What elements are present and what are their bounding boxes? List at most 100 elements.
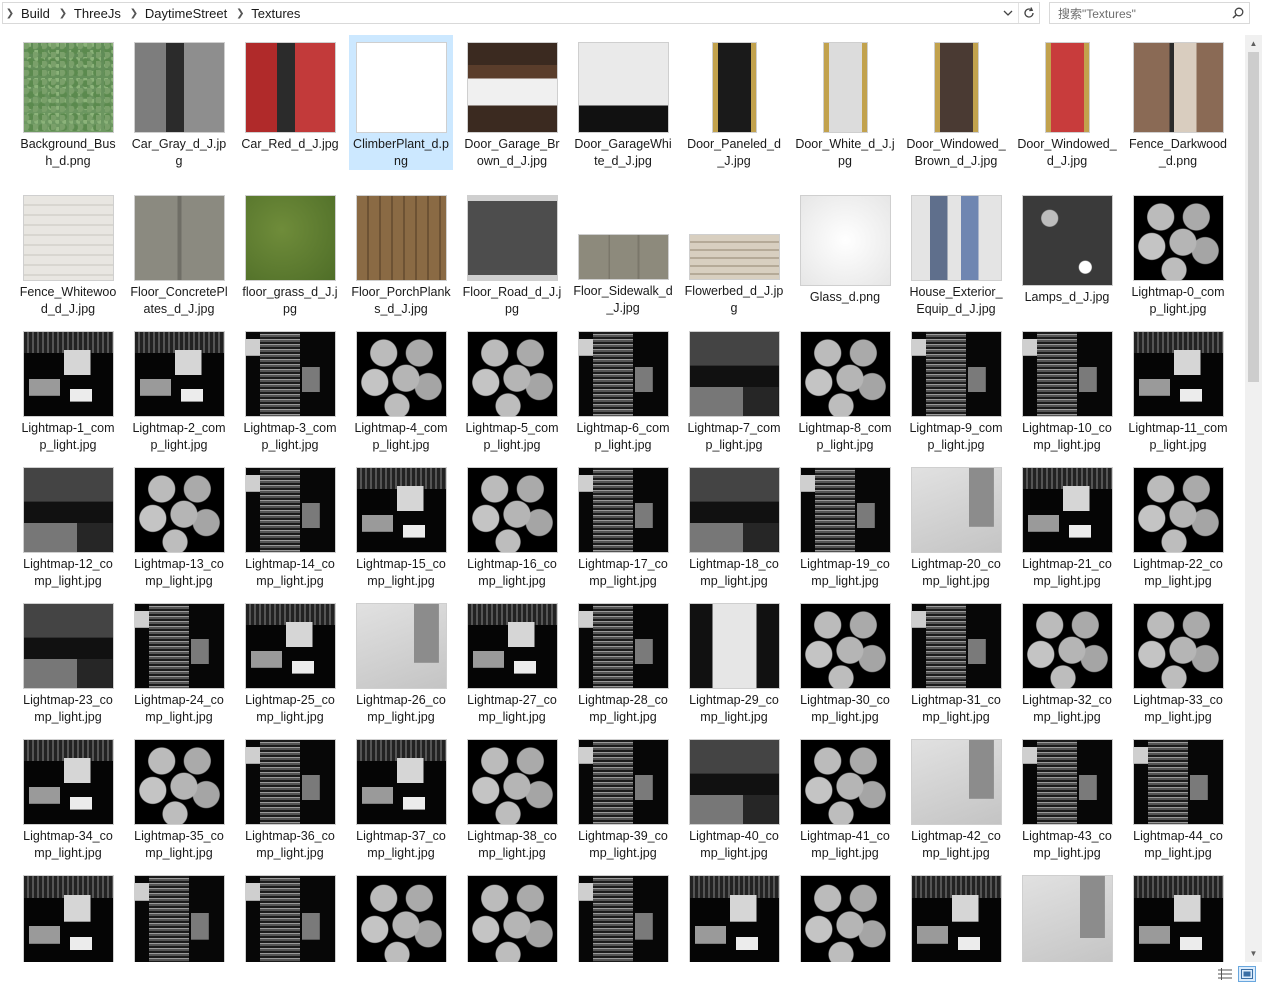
file-item[interactable]: House_Exterior_Equip_d_J.jpg: [904, 188, 1008, 318]
file-item[interactable]: Lightmap-23_comp_light.jpg: [16, 596, 120, 726]
file-item[interactable]: [1015, 868, 1119, 962]
file-item[interactable]: [1126, 868, 1230, 962]
file-item[interactable]: Lightmap-26_comp_light.jpg: [349, 596, 453, 726]
file-item[interactable]: Lightmap-2_comp_light.jpg: [127, 324, 231, 454]
file-item[interactable]: Lightmap-32_comp_light.jpg: [1015, 596, 1119, 726]
file-item[interactable]: Fence_Darkwood_d.png: [1126, 35, 1230, 170]
file-item[interactable]: [16, 868, 120, 962]
file-item[interactable]: Lightmap-0_comp_light.jpg: [1126, 188, 1230, 318]
file-item[interactable]: Lightmap-30_comp_light.jpg: [793, 596, 897, 726]
file-name: Lightmap-26_comp_light.jpg: [356, 693, 446, 724]
file-item[interactable]: Lightmap-36_comp_light.jpg: [238, 732, 342, 862]
file-item[interactable]: Floor_ConcretePlates_d_J.jpg: [127, 188, 231, 318]
file-item[interactable]: Lightmap-9_comp_light.jpg: [904, 324, 1008, 454]
file-item[interactable]: Flowerbed_d_J.jpg: [682, 188, 786, 318]
file-item[interactable]: Lightmap-25_comp_light.jpg: [238, 596, 342, 726]
search-icon[interactable]: [1227, 3, 1249, 23]
file-item[interactable]: [571, 868, 675, 962]
scrollbar-thumb[interactable]: [1248, 52, 1259, 382]
file-item[interactable]: [127, 868, 231, 962]
scroll-up-arrow-icon[interactable]: ▲: [1245, 35, 1262, 52]
file-item[interactable]: [238, 868, 342, 962]
file-item[interactable]: [682, 868, 786, 962]
chevron-down-icon[interactable]: [998, 3, 1018, 23]
file-item[interactable]: Door_Paneled_d_J.jpg: [682, 35, 786, 170]
file-item[interactable]: Door_White_d_J.jpg: [793, 35, 897, 170]
file-item[interactable]: floor_grass_d_J.jpg: [238, 188, 342, 318]
file-item[interactable]: Floor_PorchPlanks_d_J.jpg: [349, 188, 453, 318]
file-item[interactable]: Lightmap-7_comp_light.jpg: [682, 324, 786, 454]
file-item[interactable]: Door_Windowed_Brown_d_J.jpg: [904, 35, 1008, 170]
file-item[interactable]: Lightmap-37_comp_light.jpg: [349, 732, 453, 862]
file-item[interactable]: ClimberPlant_d.png: [349, 35, 453, 170]
file-item[interactable]: Lightmap-1_comp_light.jpg: [16, 324, 120, 454]
file-item[interactable]: Lightmap-21_comp_light.jpg: [1015, 460, 1119, 590]
file-item[interactable]: Lightmap-40_comp_light.jpg: [682, 732, 786, 862]
file-item[interactable]: Lightmap-41_comp_light.jpg: [793, 732, 897, 862]
chevron-right-icon[interactable]: ❯: [3, 8, 17, 19]
search-input[interactable]: 搜索"Textures": [1050, 5, 1227, 22]
file-item[interactable]: Door_Windowed_d_J.jpg: [1015, 35, 1119, 170]
file-item[interactable]: Fence_Whitewood_d_J.jpg: [16, 188, 120, 318]
search-box[interactable]: 搜索"Textures": [1049, 2, 1250, 24]
file-item[interactable]: Lightmap-42_comp_light.jpg: [904, 732, 1008, 862]
file-item[interactable]: Lightmap-28_comp_light.jpg: [571, 596, 675, 726]
file-item[interactable]: Lightmap-22_comp_light.jpg: [1126, 460, 1230, 590]
file-item[interactable]: Lightmap-11_comp_light.jpg: [1126, 324, 1230, 454]
file-item[interactable]: Lightmap-6_comp_light.jpg: [571, 324, 675, 454]
file-item[interactable]: Floor_Road_d_J.jpg: [460, 188, 564, 318]
file-item[interactable]: Lightmap-38_comp_light.jpg: [460, 732, 564, 862]
breadcrumb-item-textures[interactable]: Textures: [247, 6, 306, 21]
file-item[interactable]: Lightmap-43_comp_light.jpg: [1015, 732, 1119, 862]
refresh-icon[interactable]: [1018, 3, 1039, 23]
file-item[interactable]: Lightmap-17_comp_light.jpg: [571, 460, 675, 590]
file-item[interactable]: Lightmap-5_comp_light.jpg: [460, 324, 564, 454]
file-item[interactable]: Lightmap-24_comp_light.jpg: [127, 596, 231, 726]
file-item[interactable]: Lightmap-33_comp_light.jpg: [1126, 596, 1230, 726]
file-item[interactable]: Lightmap-15_comp_light.jpg: [349, 460, 453, 590]
file-item[interactable]: Lightmap-31_comp_light.jpg: [904, 596, 1008, 726]
file-item[interactable]: Lightmap-18_comp_light.jpg: [682, 460, 786, 590]
scroll-down-arrow-icon[interactable]: ▼: [1245, 945, 1262, 962]
file-item[interactable]: Lightmap-35_comp_light.jpg: [127, 732, 231, 862]
file-item[interactable]: Lightmap-16_comp_light.jpg: [460, 460, 564, 590]
vertical-scrollbar[interactable]: ▲ ▼: [1245, 35, 1262, 962]
file-item[interactable]: Car_Red_d_J.jpg: [238, 35, 342, 170]
file-item[interactable]: Lightmap-4_comp_light.jpg: [349, 324, 453, 454]
chevron-right-icon[interactable]: ❯: [56, 8, 70, 19]
breadcrumb[interactable]: ❯ Build ❯ ThreeJs ❯ DaytimeStreet ❯ Text…: [2, 2, 1040, 24]
file-item[interactable]: [460, 868, 564, 962]
file-item[interactable]: Lightmap-14_comp_light.jpg: [238, 460, 342, 590]
file-item[interactable]: Lightmap-20_comp_light.jpg: [904, 460, 1008, 590]
file-item[interactable]: Lightmap-19_comp_light.jpg: [793, 460, 897, 590]
file-item[interactable]: Lightmap-8_comp_light.jpg: [793, 324, 897, 454]
file-item[interactable]: [349, 868, 453, 962]
file-item[interactable]: [793, 868, 897, 962]
file-item[interactable]: Lightmap-12_comp_light.jpg: [16, 460, 120, 590]
details-view-icon[interactable]: [1216, 966, 1234, 982]
file-item[interactable]: Glass_d.png: [793, 188, 897, 318]
file-thumbnail: [577, 739, 669, 825]
file-item[interactable]: Lightmap-10_comp_light.jpg: [1015, 324, 1119, 454]
file-item[interactable]: Door_GarageWhite_d_J.jpg: [571, 35, 675, 170]
breadcrumb-item-build[interactable]: Build: [17, 6, 56, 21]
file-item[interactable]: Floor_Sidewalk_d_J.jpg: [571, 188, 675, 318]
file-item[interactable]: Lamps_d_J.jpg: [1015, 188, 1119, 318]
file-item[interactable]: Door_Garage_Brown_d_J.jpg: [460, 35, 564, 170]
file-item[interactable]: [904, 868, 1008, 962]
large-icons-view-icon[interactable]: [1238, 966, 1256, 982]
file-grid[interactable]: Background_Bush_d.png Car_Gray_d_J.jpg Car…: [0, 35, 1245, 962]
breadcrumb-item-daytimestreet[interactable]: DaytimeStreet: [141, 6, 233, 21]
file-item[interactable]: Lightmap-44_comp_light.jpg: [1126, 732, 1230, 862]
file-item[interactable]: Lightmap-29_comp_light.jpg: [682, 596, 786, 726]
file-item[interactable]: Lightmap-13_comp_light.jpg: [127, 460, 231, 590]
breadcrumb-item-threejs[interactable]: ThreeJs: [70, 6, 127, 21]
file-item[interactable]: Lightmap-3_comp_light.jpg: [238, 324, 342, 454]
file-item[interactable]: Background_Bush_d.png: [16, 35, 120, 170]
file-item[interactable]: Car_Gray_d_J.jpg: [127, 35, 231, 170]
chevron-right-icon[interactable]: ❯: [233, 8, 247, 19]
file-item[interactable]: Lightmap-34_comp_light.jpg: [16, 732, 120, 862]
chevron-right-icon[interactable]: ❯: [127, 8, 141, 19]
file-item[interactable]: Lightmap-39_comp_light.jpg: [571, 732, 675, 862]
file-item[interactable]: Lightmap-27_comp_light.jpg: [460, 596, 564, 726]
